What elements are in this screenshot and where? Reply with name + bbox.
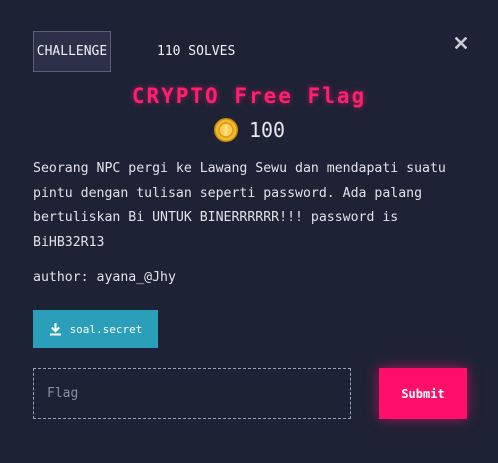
tab-challenge[interactable]: CHALLENGE	[33, 31, 111, 72]
close-button[interactable]	[452, 34, 470, 52]
points-value: 100	[248, 118, 286, 142]
tab-solves[interactable]: 110 SOLVES	[157, 31, 235, 72]
download-file-button[interactable]: soal.secret	[33, 310, 158, 348]
challenge-author: author: ayana_@Jhy	[33, 270, 176, 285]
file-label: soal.secret	[69, 322, 143, 336]
challenge-title: CRYPTO Free Flag	[131, 84, 367, 108]
flag-input[interactable]	[33, 368, 351, 419]
challenge-modal: CHALLENGE 110 SOLVES CRYPTO Free Flag 10…	[0, 0, 498, 463]
submit-button[interactable]: Submit	[379, 368, 467, 419]
close-icon	[455, 37, 467, 49]
challenge-description: Seorang NPC pergi ke Lawang Sewu dan men…	[33, 161, 446, 250]
coin-icon	[213, 118, 238, 142]
points-display: 100	[0, 117, 498, 143]
download-icon	[49, 322, 61, 335]
